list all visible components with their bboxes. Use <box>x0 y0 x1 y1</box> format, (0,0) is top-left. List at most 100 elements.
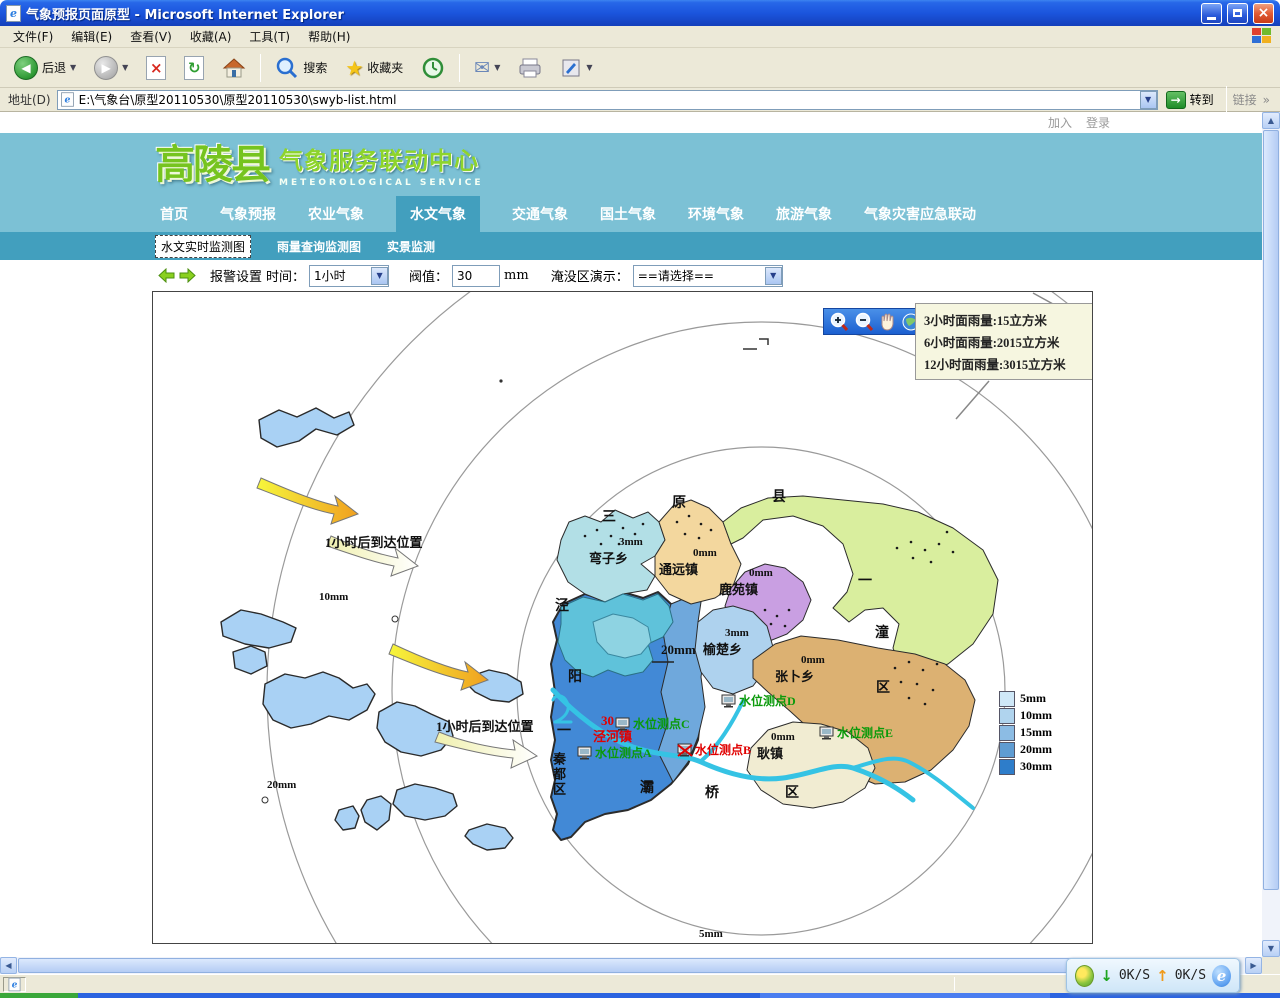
subnav-live-monitor[interactable]: 实景监测 <box>387 238 435 255</box>
flood-select-arrow-icon[interactable]: ▼ <box>765 267 782 285</box>
subnav-realtime-monitor-selected[interactable]: 水文实时监测图 <box>155 235 251 258</box>
refresh-button[interactable]: ↻ <box>180 54 208 82</box>
mail-dropdown-icon[interactable]: ▼ <box>494 63 500 72</box>
time-select-arrow-icon[interactable]: ▼ <box>371 267 388 285</box>
edit-dropdown-icon[interactable]: ▼ <box>586 63 592 72</box>
station-c[interactable]: 水位测点C <box>615 715 690 732</box>
flood-demo-select[interactable]: ==请选择== ▼ <box>633 265 783 287</box>
upload-speed: 0K/S <box>1175 968 1206 983</box>
nav-tourism[interactable]: 旅游气象 <box>776 196 832 232</box>
tick-marks <box>743 339 768 349</box>
monitor-icon <box>577 746 593 760</box>
nav-traffic[interactable]: 交通气象 <box>512 196 568 232</box>
nav-disaster-emergency[interactable]: 气象灾害应急联动 <box>864 196 976 232</box>
refresh-icon: ↻ <box>184 56 204 80</box>
time-select-value: 1小时 <box>310 267 371 284</box>
favorites-button[interactable]: ★ 收藏夹 <box>341 54 407 82</box>
menu-file[interactable]: 文件(F) <box>4 26 62 47</box>
rainfall-legend: 5mm 10mm 15mm 20mm 30mm <box>999 690 1052 775</box>
flood-demo-label: 淹没区演示： <box>551 266 629 285</box>
nav-environment[interactable]: 环境气象 <box>688 196 744 232</box>
subnav-rain-query[interactable]: 雨量查询监测图 <box>277 238 361 255</box>
zoom-in-icon[interactable] <box>829 312 849 332</box>
search-label: 搜索 <box>303 59 327 76</box>
time-select[interactable]: 1小时 ▼ <box>309 265 389 287</box>
join-link[interactable]: 加入 <box>1048 114 1072 131</box>
station-b[interactable]: 水位测点B <box>677 741 751 758</box>
ring-label-10mm: 10mm <box>319 591 348 603</box>
address-field[interactable]: e E:\气象台\原型20110530\原型20110530\swyb-list… <box>57 90 1158 110</box>
pan-hand-icon[interactable] <box>878 312 896 332</box>
monitor-alarm-icon <box>677 743 693 757</box>
login-link[interactable]: 登录 <box>1086 114 1110 131</box>
vertical-scroll-thumb[interactable] <box>1263 130 1279 890</box>
scroll-right-button[interactable]: ▶ <box>1245 957 1262 974</box>
windows-flag-icon <box>1252 28 1272 45</box>
top-links-row: 加入 登录 <box>0 112 1262 133</box>
address-dropdown-button[interactable]: ▼ <box>1140 91 1157 109</box>
hydrology-map[interactable]: 10mm 20mm 5mm 1小时后到达位置 1小时后到达位置 3mm 弯子乡 … <box>152 291 1093 944</box>
menu-tools[interactable]: 工具(T) <box>240 26 299 47</box>
scroll-down-button[interactable]: ▼ <box>1262 940 1280 957</box>
logo-county: 高陵县 <box>155 145 269 185</box>
forward-button[interactable]: ▶ ▼ <box>90 54 132 82</box>
prev-arrow-icon[interactable] <box>158 268 175 283</box>
nav-home[interactable]: 首页 <box>160 196 188 232</box>
address-url[interactable]: E:\气象台\原型20110530\原型20110530\swyb-list.h… <box>79 91 1136 108</box>
status-page-panel: e <box>3 977 26 992</box>
history-button[interactable] <box>417 54 449 82</box>
nav-land[interactable]: 国土气象 <box>600 196 656 232</box>
station-a[interactable]: 水位测点A <box>577 744 652 761</box>
back-dropdown-icon[interactable]: ▼ <box>70 63 76 72</box>
address-bar: 地址(D) e E:\气象台\原型20110530\原型20110530\swy… <box>0 88 1280 112</box>
legend-row: 10mm <box>999 707 1052 724</box>
menu-favorites[interactable]: 收藏(A) <box>181 26 241 47</box>
search-button[interactable]: 搜索 <box>271 54 331 82</box>
menu-edit[interactable]: 编辑(E) <box>62 26 121 47</box>
back-icon: ◀ <box>14 56 38 80</box>
station-e[interactable]: 水位测点E <box>819 724 893 741</box>
station-d[interactable]: 水位测点D <box>721 692 796 709</box>
360-safety-icon[interactable] <box>1075 965 1094 987</box>
mail-button[interactable]: ✉ ▼ <box>470 55 504 81</box>
go-button[interactable]: → 转到 <box>1164 90 1220 110</box>
start-button-edge[interactable] <box>0 993 78 998</box>
vertical-scrollbar[interactable]: ▲ ▼ <box>1262 112 1280 957</box>
ie-page-icon: e <box>6 5 21 22</box>
forward-dropdown-icon[interactable]: ▼ <box>122 63 128 72</box>
scroll-up-button[interactable]: ▲ <box>1262 112 1280 129</box>
nav-agriculture[interactable]: 农业气象 <box>308 196 364 232</box>
stop-button[interactable]: × <box>142 54 170 82</box>
edit-button[interactable]: ▼ <box>556 55 596 81</box>
home-button[interactable] <box>218 54 250 82</box>
back-button[interactable]: ◀ 后退 ▼ <box>10 54 80 82</box>
legend-row: 20mm <box>999 741 1052 758</box>
region-name-tongyuanzhen: 通远镇 <box>659 559 698 578</box>
home-icon <box>222 56 246 80</box>
region-name-luyuanzhen: 鹿苑镇 <box>719 579 758 598</box>
legend-label-15mm: 15mm <box>1020 725 1052 740</box>
close-button[interactable]: × <box>1253 3 1274 24</box>
ie-browser-icon[interactable]: e <box>1212 965 1231 987</box>
menu-view[interactable]: 查看(V) <box>121 26 181 47</box>
scroll-left-button[interactable]: ◀ <box>0 957 17 974</box>
nav-hydrology-selected[interactable]: 水文气象 <box>396 196 480 232</box>
links-button[interactable]: 链接 » <box>1233 91 1276 108</box>
region-name-gengzhen: 耿镇 <box>757 743 783 762</box>
title-bar[interactable]: e 气象预报页面原型 - Microsoft Internet Explorer… <box>0 0 1280 26</box>
next-arrow-icon[interactable] <box>179 268 196 283</box>
horizontal-scroll-thumb[interactable] <box>18 958 1138 973</box>
threshold-input[interactable] <box>452 265 500 287</box>
nav-weather-forecast[interactable]: 气象预报 <box>220 196 276 232</box>
minimize-button[interactable] <box>1201 3 1222 24</box>
taskbar-buttons-edge <box>760 993 1050 998</box>
restore-button[interactable] <box>1227 3 1248 24</box>
menu-help[interactable]: 帮助(H) <box>299 26 359 47</box>
network-speed-widget[interactable]: ↓ 0K/S ↑ 0K/S e <box>1066 958 1240 993</box>
outside-label-jing: 泾 <box>555 595 569 615</box>
flood-demo-select-value: ==请选择== <box>634 267 765 284</box>
legend-label-20mm: 20mm <box>1020 742 1052 757</box>
zoom-out-icon[interactable] <box>854 312 874 332</box>
windows-taskbar[interactable] <box>0 993 1280 998</box>
print-button[interactable] <box>514 55 546 81</box>
